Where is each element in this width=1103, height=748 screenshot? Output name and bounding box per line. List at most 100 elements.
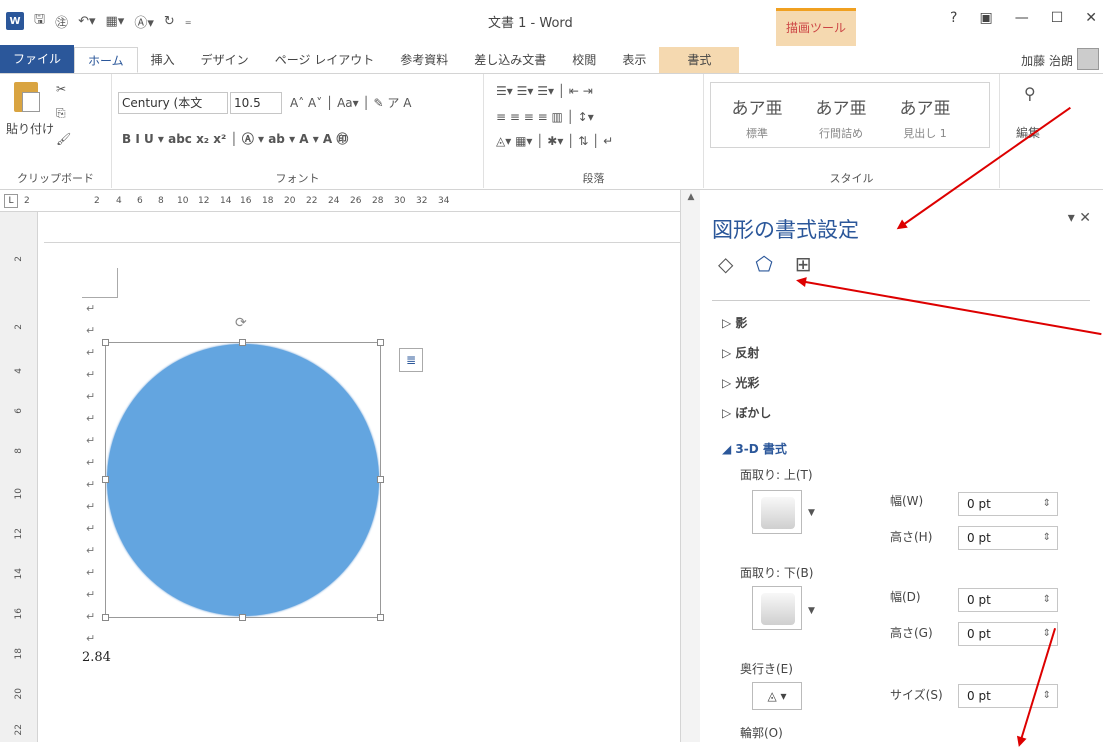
tab-format[interactable]: 書式 [659, 47, 740, 73]
ribbon-tabs: ファイル ホーム 挿入 デザイン ページ レイアウト 参考資料 差し込み文書 校… [0, 45, 1103, 74]
scroll-up-icon[interactable]: ▲ [684, 192, 698, 206]
customize-qat-icon[interactable]: ₌ [185, 14, 192, 29]
paragraph-mark: ↵ [86, 434, 96, 447]
depth-color-picker[interactable]: ◬ ▾ [752, 682, 802, 710]
section-reflection[interactable]: ▷ 反射 [722, 344, 759, 361]
help-icon[interactable]: ? [950, 10, 957, 26]
vruler-tick: 20 [14, 688, 24, 700]
vruler-tick: 22 [14, 724, 24, 736]
drawing-tools-label: 描画ツール [785, 21, 846, 35]
paragraph-label: 段落 [582, 172, 605, 185]
font-group: Century (本文 10.5 A˄ A˅ │ Aa▾ │ ✎ ア A B I… [112, 74, 484, 188]
ruler-tick: 20 [284, 196, 296, 206]
resize-handle[interactable] [102, 339, 109, 346]
pane-close-icon[interactable]: ▾ ✕ [1068, 210, 1091, 226]
style-normal[interactable]: あア亜 標準 [718, 88, 796, 144]
shape-selection-frame [105, 342, 381, 618]
ruler-tick: 10 [177, 196, 189, 206]
section-soft-edges[interactable]: ▷ ぼかし [722, 404, 771, 421]
tab-mailings[interactable]: 差し込み文書 [461, 47, 559, 73]
font-format-icons[interactable]: B I U ▾ abc x₂ x² │ Ⓐ ▾ ab ▾ A ▾ A ㊞ [122, 130, 348, 147]
vertical-ruler: 2 2 4 6 8 10 12 14 16 18 20 22 [0, 212, 38, 742]
bevel-bottom-picker[interactable] [752, 586, 802, 630]
paragraph-mark: ↵ [86, 632, 96, 645]
copy-icon[interactable]: ⎘ [56, 106, 66, 121]
resize-handle[interactable] [102, 614, 109, 621]
bevel-top-width-input[interactable]: 0 pt [958, 492, 1058, 516]
window-controls: ? ▣ — ☐ ✕ [950, 10, 1097, 26]
tab-selector[interactable]: L [4, 194, 18, 208]
vruler-tick: 18 [14, 648, 24, 660]
document-area[interactable]: ↵ ↵ ↵ ↵ ↵ ↵ ↵ ↵ ↵ ↵ ↵ ↵ ↵ ↵ ↵ ↵ ⟳ ≣ 2.84 [38, 212, 680, 742]
format-painter-icon[interactable]: 🖌 [56, 132, 71, 146]
binoculars-icon[interactable]: ⚲ [1024, 84, 1036, 103]
section-glow[interactable]: ▷ 光彩 [722, 374, 759, 391]
style-heading1[interactable]: あア亜 見出し 1 [886, 88, 964, 144]
quick-access-toolbar: W 🖫 ㊟ ↶▾ ▦▾ Ⓐ▾ ↻ ₌ [6, 10, 192, 32]
bevel-top-picker[interactable] [752, 490, 802, 534]
text-effect-icon[interactable]: Ⓐ▾ [134, 12, 154, 31]
align-icons[interactable]: ≡ ≡ ≡ ≡ ▥ │ ↕▾ [496, 110, 594, 124]
grow-font-icon[interactable]: A˄ A˅ │ Aa▾ │ ✎ ア A [290, 94, 411, 111]
styles-label: スタイル [829, 172, 874, 185]
tab-page-layout[interactable]: ページ レイアウト [262, 47, 388, 73]
tab-view[interactable]: 表示 [609, 47, 659, 73]
section-shadow[interactable]: ▷ 影 [722, 314, 747, 331]
fill-line-icon[interactable]: ◇ [718, 252, 733, 276]
vertical-scrollbar[interactable]: ▲ [680, 190, 700, 742]
ruler-tick: 6 [137, 196, 143, 206]
tab-design[interactable]: デザイン [188, 47, 262, 73]
tab-home[interactable]: ホーム [74, 47, 138, 73]
resize-handle[interactable] [239, 614, 246, 621]
list-icons[interactable]: ☰▾ ☰▾ ☰▾ │ ⇤ ⇥ [496, 84, 593, 98]
vruler-tick: 6 [14, 408, 24, 414]
save-icon[interactable]: 🖫 [34, 10, 45, 32]
tab-insert[interactable]: 挿入 [138, 47, 188, 73]
pane-title: 図形の書式設定 [712, 218, 859, 242]
tab-review[interactable]: 校閲 [559, 47, 609, 73]
table-icon[interactable]: ▦▾ [106, 14, 125, 29]
paste-icon[interactable] [14, 82, 40, 112]
avatar[interactable] [1077, 48, 1099, 70]
undo-icon[interactable]: ↶▾ [78, 14, 95, 29]
paragraph-mark: ↵ [86, 456, 96, 469]
section-3d-format[interactable]: ◢ 3-D 書式 [722, 440, 787, 457]
depth-size-input[interactable]: 0 pt [958, 684, 1058, 708]
maximize-button[interactable]: ☐ [1051, 10, 1064, 26]
resize-handle[interactable] [377, 339, 384, 346]
font-name-combo[interactable]: Century (本文 [118, 92, 228, 114]
bevel-top-height-input[interactable]: 0 pt [958, 526, 1058, 550]
tab-references[interactable]: 参考資料 [387, 47, 461, 73]
resize-handle[interactable] [377, 614, 384, 621]
bevel-top-label: 面取り: 上(T) [740, 468, 813, 482]
contour-label: 輪郭(O) [740, 726, 783, 740]
dropdown-icon[interactable]: ▼ [808, 508, 815, 518]
bevel-bottom-width-input[interactable]: 0 pt [958, 588, 1058, 612]
depth-label: 奥行き(E) [740, 662, 793, 676]
ruler-tick: 2 [24, 196, 30, 206]
resize-handle[interactable] [377, 476, 384, 483]
cut-icon[interactable]: ✂ [56, 82, 66, 96]
ribbon-display-icon[interactable]: ▣ [979, 10, 992, 26]
layout-options-icon[interactable]: ≣ [399, 348, 423, 372]
minimize-button[interactable]: — [1015, 10, 1029, 26]
tab-file[interactable]: ファイル [0, 45, 75, 73]
paragraph-mark: ↵ [86, 368, 96, 381]
shading-icons[interactable]: ◬▾ ▦▾ │ ✱▾ │ ⇅ │ ↵ [496, 134, 613, 148]
effects-icon[interactable]: ⬠ [755, 252, 772, 276]
touch-mode-icon[interactable]: ㊟ [55, 12, 68, 31]
close-button[interactable]: ✕ [1085, 10, 1097, 26]
rotate-handle-icon[interactable]: ⟳ [235, 315, 247, 331]
bevel-bottom-height-input[interactable]: 0 pt [958, 622, 1058, 646]
resize-handle[interactable] [102, 476, 109, 483]
paste-button[interactable]: 貼り付け [6, 120, 54, 137]
dropdown-icon[interactable]: ▼ [808, 606, 815, 616]
redo-icon[interactable]: ↻ [164, 14, 175, 29]
layout-properties-icon[interactable]: ⊞ [795, 252, 812, 276]
resize-handle[interactable] [239, 339, 246, 346]
user-name[interactable]: 加藤 治朗 [1021, 52, 1073, 69]
ruler-tick: 4 [116, 196, 122, 206]
paragraph-mark: ↵ [86, 588, 96, 601]
style-no-spacing[interactable]: あア亜 行間詰め [802, 88, 880, 144]
font-size-combo[interactable]: 10.5 [230, 92, 282, 114]
